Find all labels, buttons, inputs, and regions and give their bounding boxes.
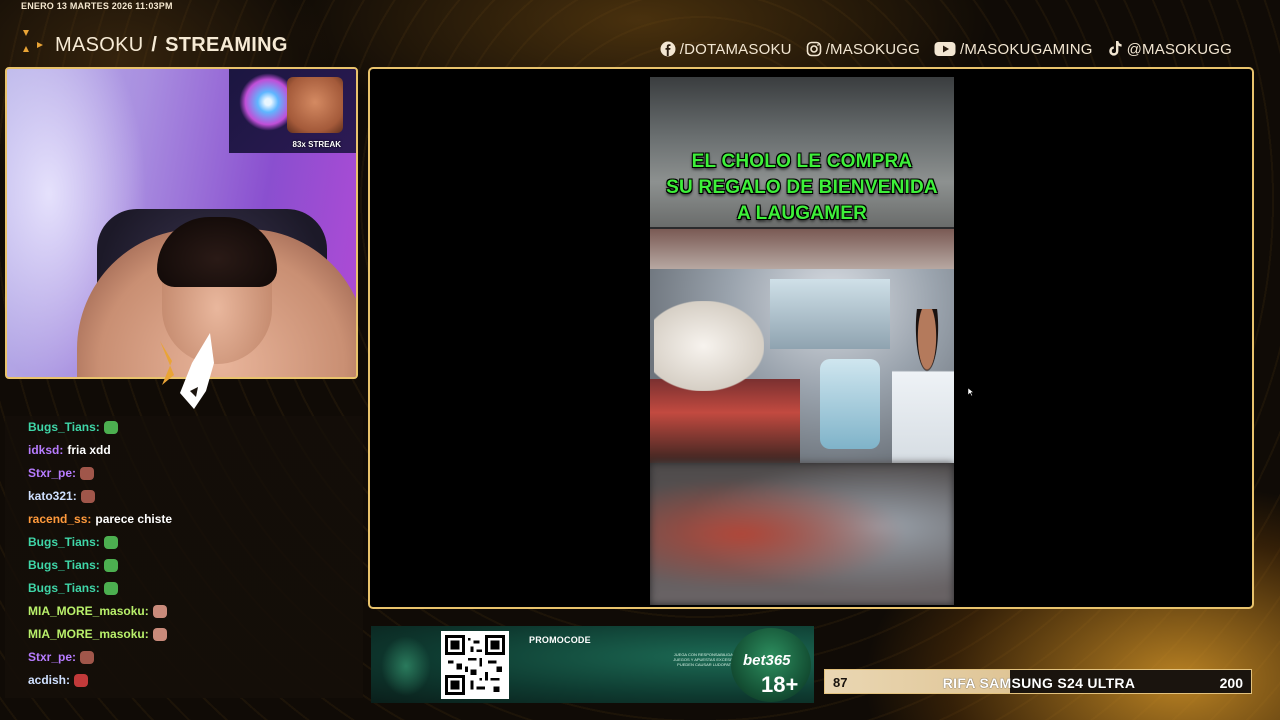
chat-username[interactable]: acdish: <box>28 673 70 687</box>
caption-line-2: SU REGALO DE BIENVENIDA <box>666 177 938 198</box>
streak-emote <box>287 77 343 133</box>
brand-title: MASOKU / STREAMING <box>55 34 288 57</box>
chat-emote-icon <box>80 650 95 664</box>
main-video-frame: EL CHOLO LE COMPRA SU REGALO DE BIENVENI… <box>368 67 1254 609</box>
chat-username[interactable]: racend_ss: <box>28 512 91 526</box>
chat-username[interactable]: Stxr_pe: <box>28 466 76 480</box>
chat-emote-icon <box>103 581 118 595</box>
qr-code[interactable] <box>441 631 509 699</box>
chat-message: racend_ss: parece chiste <box>28 512 172 526</box>
social-tiktok-handle: @MASOKUGG <box>1126 40 1232 58</box>
streak-label: 83x STREAK <box>292 140 341 149</box>
caption-line-1: EL CHOLO LE COMPRA <box>691 151 913 172</box>
facebook-icon <box>660 41 676 57</box>
brand-streaming: STREAMING <box>165 34 288 56</box>
bet365-logo: bet365 <box>743 652 791 669</box>
chat-emote-icon <box>103 535 118 549</box>
chat-message: kato321: <box>28 489 95 503</box>
chat-username[interactable]: Bugs_Tians: <box>28 558 100 572</box>
chat-message: acdish: <box>28 673 89 687</box>
plush-toy <box>654 301 764 391</box>
datetime-label: ENERO 13 MARTES 2026 11:03PM <box>21 1 173 11</box>
chat-message: Stxr_pe: <box>28 466 95 480</box>
caption-line-3: A LAUGAMER <box>736 203 868 224</box>
brand-name: MASOKU <box>55 34 144 56</box>
masoku-logo-icon <box>23 30 43 52</box>
tiktok-icon <box>1108 41 1122 56</box>
chat-message: MIA_MORE_masoku: <box>28 604 167 618</box>
chat-emote-icon <box>74 673 89 687</box>
social-instagram-handle: /MASOKUGG <box>825 40 920 58</box>
instagram-icon <box>806 41 821 57</box>
store-worker <box>892 309 954 463</box>
chat-emote-icon <box>103 420 118 434</box>
raffle-progress-bar: 87 RIFA SAMSUNG S24 ULTRA 200 <box>824 669 1252 694</box>
chat-panel: Bugs_Tians: idksd: fria xdd Stxr_pe: kato321… <box>5 416 363 698</box>
brand-slash: / <box>151 34 158 56</box>
promocode-label: PROMOCODE <box>529 635 591 645</box>
bet365-ad-banner[interactable]: PROMOCODE JUEGA CON RESPONSABILIDAD · JU… <box>371 626 814 703</box>
chat-username[interactable]: Bugs_Tians: <box>28 581 100 595</box>
chat-message: MIA_MORE_masoku: <box>28 627 167 641</box>
raffle-goal-count: 200 <box>1219 675 1243 691</box>
social-facebook: /DOTAMASOKU <box>660 41 792 58</box>
mouse-cursor-icon <box>968 388 974 396</box>
chat-emote-icon <box>152 604 167 618</box>
chat-message: Bugs_Tians: <box>28 581 118 595</box>
social-facebook-handle: /DOTAMASOKU <box>679 40 792 58</box>
wall-poster: 83x STREAK <box>229 69 356 153</box>
chat-username[interactable]: Bugs_Tians: <box>28 420 100 434</box>
chat-message: Stxr_pe: <box>28 650 95 664</box>
raffle-title: RIFA SAMSUNG S24 ULTRA <box>942 675 1136 691</box>
social-youtube-handle: /MASOKUGAMING <box>960 40 1093 58</box>
chat-text: parece chiste <box>95 512 173 526</box>
chat-message: Bugs_Tians: <box>28 558 118 572</box>
age-restriction-badge: 18+ <box>761 672 799 697</box>
chat-emote-icon <box>152 627 167 641</box>
chat-username[interactable]: MIA_MORE_masoku: <box>28 627 149 641</box>
chat-username[interactable]: Stxr_pe: <box>28 650 76 664</box>
chat-emote-icon <box>103 558 118 572</box>
video-caption: EL CHOLO LE COMPRA SU REGALO DE BIENVENI… <box>650 149 954 227</box>
social-tiktok: @MASOKUGG <box>1107 40 1232 58</box>
chat-message: Bugs_Tians: <box>28 420 118 434</box>
chat-username[interactable]: Bugs_Tians: <box>28 535 100 549</box>
qr-code-icon <box>445 635 505 695</box>
chat-username[interactable]: MIA_MORE_masoku: <box>28 604 149 618</box>
chat-message: idksd: fria xdd <box>28 443 111 457</box>
social-youtube: /MASOKUGAMING <box>934 41 1093 58</box>
wolf-logo-icon <box>160 333 214 409</box>
vertical-video[interactable]: EL CHOLO LE COMPRA SU REGALO DE BIENVENI… <box>650 77 954 605</box>
social-instagram: /MASOKUGG <box>806 41 920 58</box>
chat-message: Bugs_Tians: <box>28 535 118 549</box>
chat-username[interactable]: idksd: <box>28 443 63 457</box>
store-scene <box>650 229 954 463</box>
chat-emote-icon <box>80 489 95 503</box>
chat-emote-icon <box>80 466 95 480</box>
chat-text: fria xdd <box>67 443 111 457</box>
youtube-icon <box>934 42 956 56</box>
chat-username[interactable]: kato321: <box>28 489 77 503</box>
social-links: /DOTAMASOKU /MASOKUGG /MASOKUGAMING @MAS… <box>660 40 1232 58</box>
